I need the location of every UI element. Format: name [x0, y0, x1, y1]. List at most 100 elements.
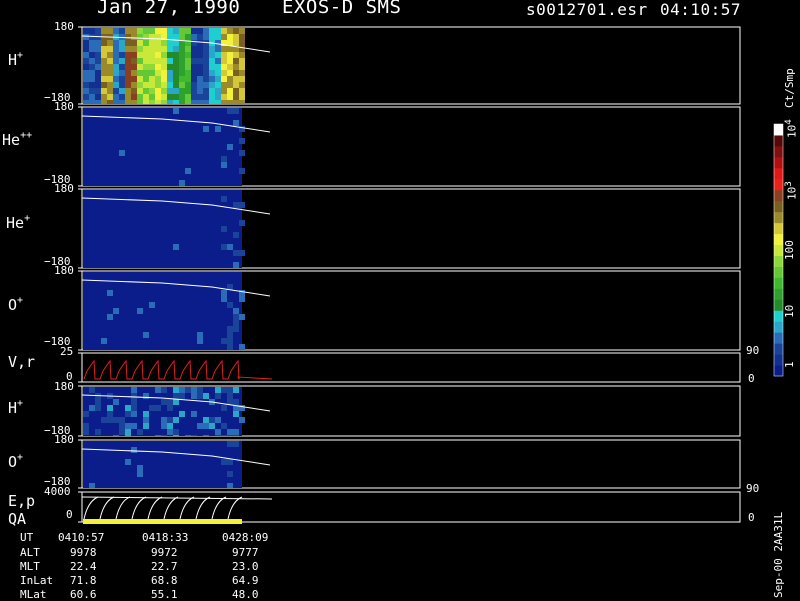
colorbar-segment [774, 189, 783, 202]
heatmap-cell [227, 46, 233, 52]
heatmap-cell [167, 94, 173, 100]
heatmap-cell [107, 28, 113, 34]
colorbar-label-10: 10 [783, 304, 796, 318]
heatmap-cell [239, 88, 245, 94]
qa-bar [83, 519, 242, 524]
heatmap-cell [233, 320, 239, 326]
colorbar-segment [774, 211, 783, 224]
heatmap-cell [191, 94, 197, 100]
heatmap-cell [125, 40, 131, 46]
heatmap-bg-6 [83, 441, 242, 488]
heatmap-cell [191, 82, 197, 88]
heatmap-cell [227, 435, 233, 436]
heatmap-cell [95, 76, 101, 82]
heatmap-cell [173, 429, 179, 435]
heatmap-cell [221, 76, 227, 82]
heatmap-cell [83, 40, 89, 46]
heatmap-cell [185, 168, 191, 174]
heatmap-cell [119, 82, 125, 88]
ytick-top-7: 4000 [44, 485, 71, 498]
footer-row-name: UT [20, 531, 34, 544]
heatmap-cell [131, 411, 137, 417]
heatmap-cell [131, 46, 137, 52]
heatmap-cell [167, 70, 173, 76]
heatmap-cell [95, 399, 101, 405]
heatmap-cell [173, 28, 179, 34]
heatmap-cell [167, 76, 173, 82]
heatmap-cell [125, 94, 131, 100]
heatmap-cell [209, 46, 215, 52]
heatmap-cell [89, 76, 95, 82]
heatmap-cell [95, 28, 101, 34]
footer-row-name: MLT [20, 560, 40, 573]
heatmap-cell [179, 28, 185, 34]
heatmap-cell [203, 28, 209, 34]
ytick-top-5: 180 [54, 380, 74, 393]
heatmap-cell [161, 94, 167, 100]
footer-cell: 9972 [151, 546, 178, 559]
heatmap-cell [167, 28, 173, 34]
heatmap-cell [125, 405, 131, 411]
heatmap-cell [221, 64, 227, 70]
colorbar-segment [774, 233, 783, 246]
heatmap-cell [203, 393, 209, 399]
heatmap-cell [137, 40, 143, 46]
heatmap-cell [215, 64, 221, 70]
heatmap-cell [83, 64, 89, 70]
heatmap-cell [215, 126, 221, 132]
heatmap-cell [203, 82, 209, 88]
heatmap-cell [137, 88, 143, 94]
heatmap-cell [167, 429, 173, 435]
energy-curve [195, 496, 211, 520]
heatmap-cell [185, 100, 191, 104]
heatmap-cell [233, 76, 239, 82]
heatmap-cell [233, 232, 239, 238]
heatmap-cell [113, 64, 119, 70]
heatmap-cell [125, 46, 131, 52]
heatmap-cell [215, 70, 221, 76]
heatmap-bg-1 [83, 108, 242, 186]
heatmap-cell [143, 417, 149, 423]
heatmap-cell [221, 387, 227, 393]
heatmap-cell [131, 76, 137, 82]
heatmap-cell [83, 94, 89, 100]
ytick-top-0: 180 [54, 20, 74, 33]
heatmap-cell [191, 46, 197, 52]
ytick-top-3: 180 [54, 264, 74, 277]
heatmap-cell [143, 28, 149, 34]
heatmap-cell [131, 387, 137, 393]
heatmap-cell [227, 429, 233, 435]
heatmap-cell [179, 70, 185, 76]
heatmap-cell [221, 459, 227, 465]
heatmap-cell [149, 100, 155, 104]
heatmap-cell [185, 34, 191, 40]
heatmap-cell [191, 411, 197, 417]
heatmap-cell [89, 483, 95, 488]
heatmap-cell [227, 387, 233, 393]
footer-row-name: MLat [20, 588, 47, 601]
heatmap-cell [233, 399, 239, 405]
panel-label-h2: H+ [8, 398, 24, 417]
heatmap-cell [137, 52, 143, 58]
colorbar-label-1e3: 103 [783, 181, 799, 200]
heatmap-cell [101, 88, 107, 94]
heatmap-cell [119, 417, 125, 423]
heatmap-cell [125, 58, 131, 64]
heatmap-cell [149, 52, 155, 58]
panel-label-h1: H+ [8, 50, 24, 69]
heatmap-cell [239, 417, 245, 423]
heatmap-cell [239, 52, 245, 58]
heatmap-cell [221, 290, 227, 296]
heatmap-cell [89, 387, 95, 393]
heatmap-cell [143, 411, 149, 417]
heatmap-cell [179, 180, 185, 186]
heatmap-cell [89, 405, 95, 411]
heatmap-cell [107, 76, 113, 82]
heatmap-cell [227, 64, 233, 70]
heatmap-cell [239, 76, 245, 82]
heatmap-cell [227, 58, 233, 64]
heatmap-cell [125, 459, 131, 465]
heatmap-cell [155, 387, 161, 393]
footer-cell: 60.6 [70, 588, 97, 601]
heatmap-cell [221, 52, 227, 58]
